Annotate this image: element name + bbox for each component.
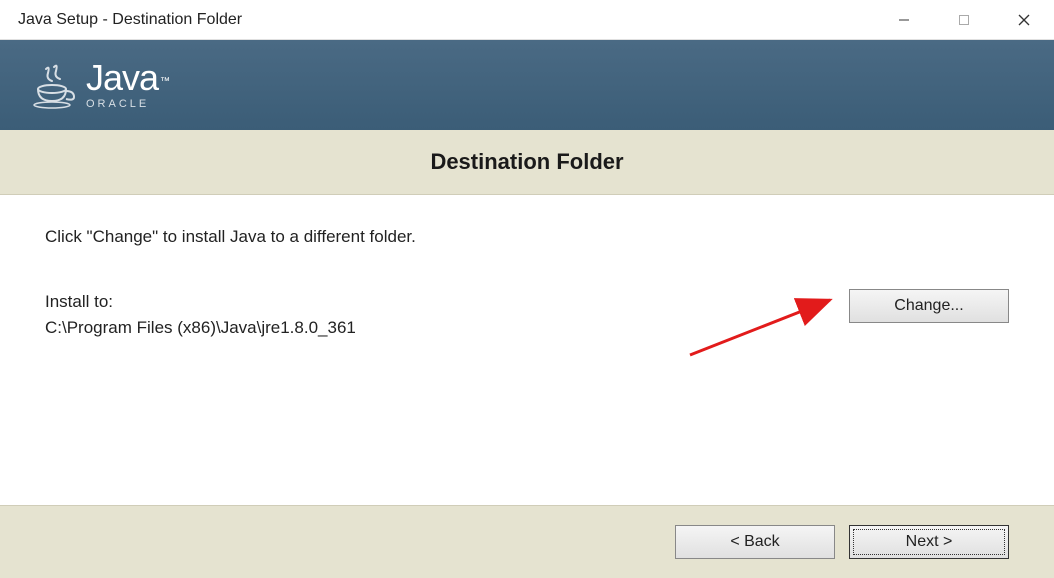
install-info: Install to: C:\Program Files (x86)\Java\… <box>45 289 356 340</box>
close-button[interactable] <box>994 0 1054 39</box>
next-button[interactable]: Next > <box>849 525 1009 559</box>
install-to-label: Install to: <box>45 289 356 315</box>
window-controls <box>874 0 1054 39</box>
trademark-symbol: ™ <box>160 76 170 87</box>
oracle-wordmark: ORACLE <box>86 98 149 110</box>
java-banner: Java™ ORACLE <box>0 40 1054 130</box>
minimize-button[interactable] <box>874 0 934 39</box>
instruction-text: Click "Change" to install Java to a diff… <box>45 227 1009 247</box>
install-path: C:\Program Files (x86)\Java\jre1.8.0_361 <box>45 315 356 341</box>
section-header: Destination Folder <box>0 130 1054 195</box>
window-title: Java Setup - Destination Folder <box>18 11 242 29</box>
java-cup-icon <box>30 61 78 109</box>
window-titlebar: Java Setup - Destination Folder <box>0 0 1054 40</box>
footer-bar: < Back Next > <box>0 505 1054 578</box>
maximize-button <box>934 0 994 39</box>
java-wordmark: Java <box>86 57 158 98</box>
back-button[interactable]: < Back <box>675 525 835 559</box>
page-title: Destination Folder <box>430 149 623 175</box>
java-logo: Java™ ORACLE <box>30 60 170 110</box>
content-area: Click "Change" to install Java to a diff… <box>0 195 1054 505</box>
install-row: Install to: C:\Program Files (x86)\Java\… <box>45 289 1009 340</box>
change-button[interactable]: Change... <box>849 289 1009 323</box>
